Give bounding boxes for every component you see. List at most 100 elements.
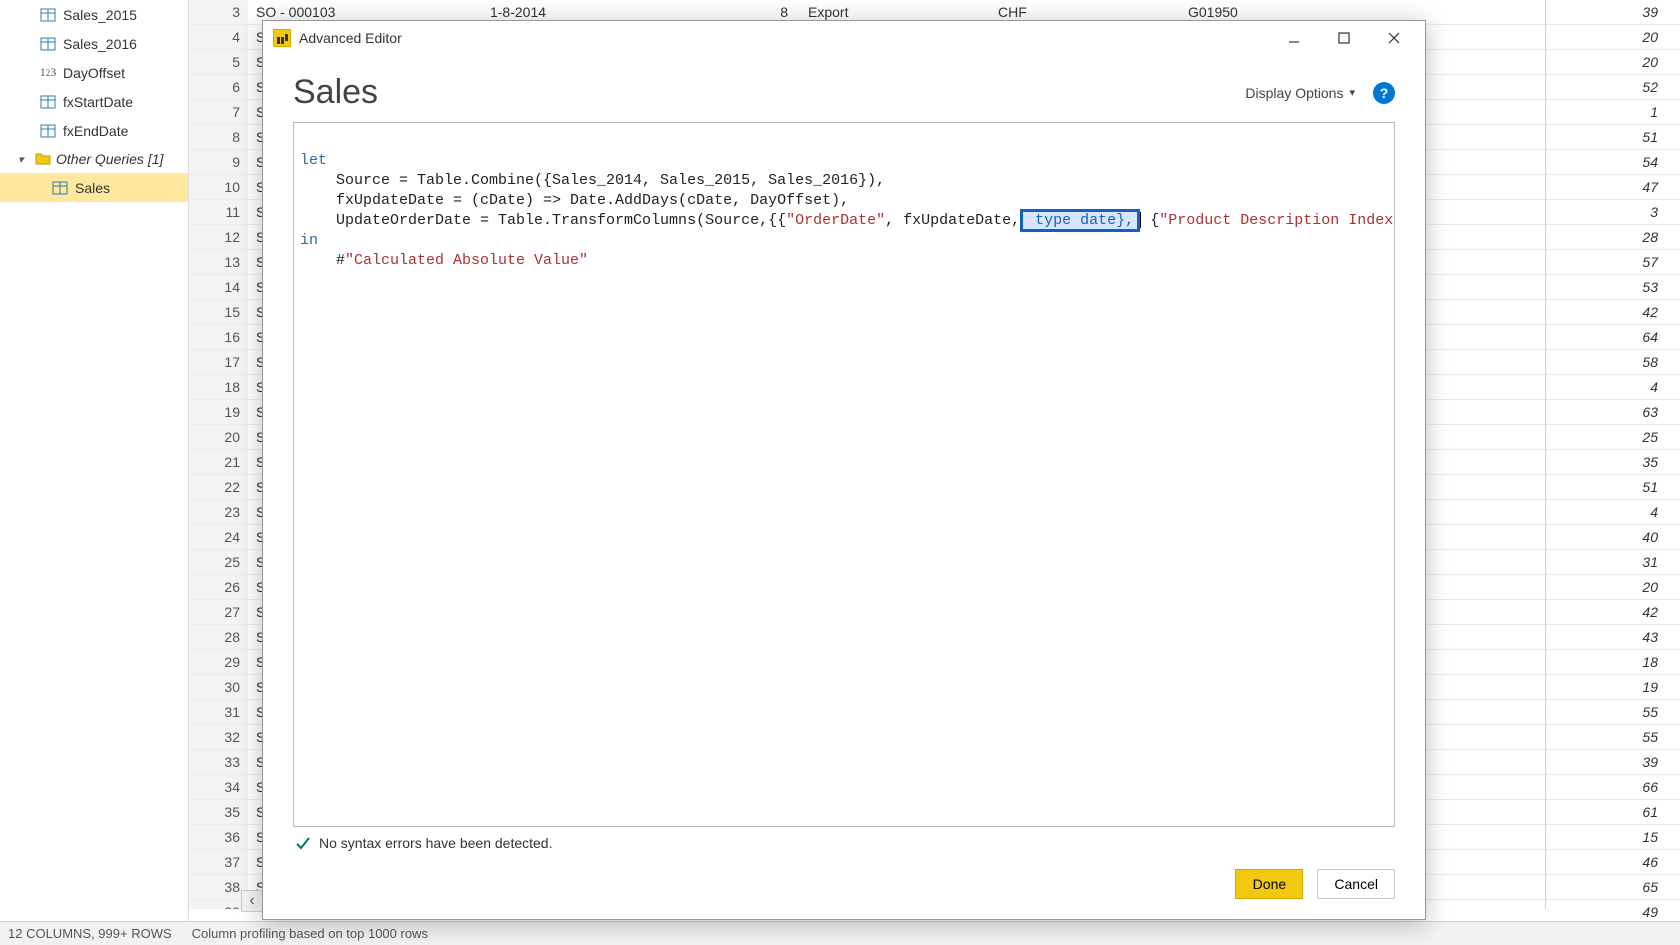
- cell-right-num: 4: [1546, 375, 1680, 400]
- cell-right-num: 66: [1546, 775, 1680, 800]
- row-number: 24: [189, 525, 248, 549]
- row-number: 38: [189, 875, 248, 899]
- cell-right-num: 54: [1546, 150, 1680, 175]
- close-button[interactable]: [1373, 23, 1415, 53]
- cell-right-num: 43: [1546, 625, 1680, 650]
- cell-right-num: 20: [1546, 50, 1680, 75]
- table-icon: [52, 180, 68, 196]
- cell-right-num: 15: [1546, 825, 1680, 850]
- number-icon: 123: [40, 65, 56, 81]
- table-icon: [40, 7, 56, 23]
- query-item-sales[interactable]: Sales: [0, 173, 188, 202]
- query-item-label: Sales: [75, 180, 110, 196]
- table-icon: [40, 123, 56, 139]
- row-number: 19: [189, 400, 248, 424]
- row-number: 20: [189, 425, 248, 449]
- done-button[interactable]: Done: [1235, 869, 1303, 899]
- cell-right-num: 64: [1546, 325, 1680, 350]
- row-number: 9: [189, 150, 248, 174]
- cell-right-num: 31: [1546, 550, 1680, 575]
- dialog-title: Advanced Editor: [299, 30, 1265, 46]
- row-number: 5: [189, 50, 248, 74]
- table-icon: [40, 36, 56, 52]
- cell-right-num: 40: [1546, 525, 1680, 550]
- display-options-dropdown[interactable]: Display Options ▾: [1245, 85, 1355, 101]
- help-icon[interactable]: ?: [1373, 82, 1395, 104]
- cell-right-num: 58: [1546, 350, 1680, 375]
- query-item-sales-2016[interactable]: Sales_2016: [0, 29, 188, 58]
- cell-right-num: 19: [1546, 675, 1680, 700]
- query-item-label: Sales_2015: [63, 7, 137, 23]
- cell-right-num: 51: [1546, 475, 1680, 500]
- folder-other-queries[interactable]: ▾ Other Queries [1]: [0, 145, 188, 173]
- row-number: 18: [189, 375, 248, 399]
- status-columns: 12 COLUMNS, 999+ ROWS: [8, 926, 172, 941]
- row-number: 27: [189, 600, 248, 624]
- row-number: 13: [189, 250, 248, 274]
- queries-sidebar: Sales_2015 Sales_2016 123 DayOffset fxSt…: [0, 0, 189, 945]
- cell-right-num: 55: [1546, 725, 1680, 750]
- cell-right-num: 42: [1546, 600, 1680, 625]
- table-icon: [40, 94, 56, 110]
- cell-right-num: 42: [1546, 300, 1680, 325]
- row-number: 15: [189, 300, 248, 324]
- powerbi-logo-icon: [273, 29, 291, 47]
- cell-right-num: 39: [1546, 0, 1680, 25]
- cell-right-num: 63: [1546, 400, 1680, 425]
- row-number: 32: [189, 725, 248, 749]
- query-item-label: Sales_2016: [63, 36, 137, 52]
- row-number: 36: [189, 825, 248, 849]
- caret-down-icon: ▾: [18, 153, 30, 166]
- checkmark-icon: [295, 835, 311, 851]
- row-number: 6: [189, 75, 248, 99]
- query-item-sales-2015[interactable]: Sales_2015: [0, 0, 188, 29]
- cell-right-num: 51: [1546, 125, 1680, 150]
- row-number: 33: [189, 750, 248, 774]
- row-number: 22: [189, 475, 248, 499]
- code-token: Source = Table.Combine({Sales_2014, Sale…: [300, 172, 885, 189]
- code-editor[interactable]: let Source = Table.Combine({Sales_2014, …: [293, 122, 1395, 827]
- code-highlight: type date},: [1020, 209, 1140, 232]
- row-number: 3: [189, 0, 248, 24]
- data-grid-last-col[interactable]: 3920205215154473285753426458463253551440…: [1545, 0, 1680, 909]
- row-number: 23: [189, 500, 248, 524]
- advanced-editor-dialog: Advanced Editor Sales Display Options ▾ …: [262, 20, 1426, 920]
- cell-right-num: 52: [1546, 75, 1680, 100]
- cell-right-num: 20: [1546, 25, 1680, 50]
- code-token: "Calculated Absolute Value": [345, 252, 588, 269]
- row-number: 8: [189, 125, 248, 149]
- status-bar: 12 COLUMNS, 999+ ROWS Column profiling b…: [0, 921, 1680, 945]
- row-number: 7: [189, 100, 248, 124]
- syntax-status: No syntax errors have been detected.: [293, 827, 1395, 851]
- cell-right-num: 18: [1546, 650, 1680, 675]
- query-item-label: fxStartDate: [63, 94, 133, 110]
- cell-right-num: 61: [1546, 800, 1680, 825]
- dialog-titlebar[interactable]: Advanced Editor: [263, 21, 1425, 55]
- cell-right-num: 65: [1546, 875, 1680, 900]
- query-item-fxenddate[interactable]: fxEndDate: [0, 116, 188, 145]
- query-item-fxstartdate[interactable]: fxStartDate: [0, 87, 188, 116]
- maximize-button[interactable]: [1323, 23, 1365, 53]
- code-token: {: [1141, 212, 1159, 229]
- row-number: 35: [189, 800, 248, 824]
- query-item-dayoffset[interactable]: 123 DayOffset: [0, 58, 188, 87]
- code-token: "OrderDate": [786, 212, 885, 229]
- cell-right-num: 57: [1546, 250, 1680, 275]
- cell-right-num: 39: [1546, 750, 1680, 775]
- row-number: 31: [189, 700, 248, 724]
- cell-right-num: 47: [1546, 175, 1680, 200]
- code-token: fxUpdateDate = (cDate) => Date.AddDays(c…: [300, 192, 849, 209]
- row-number: 29: [189, 650, 248, 674]
- minimize-button[interactable]: [1273, 23, 1315, 53]
- scroll-left-button[interactable]: ‹: [241, 890, 263, 912]
- row-number: 28: [189, 625, 248, 649]
- cancel-button[interactable]: Cancel: [1317, 869, 1395, 899]
- row-number: 34: [189, 775, 248, 799]
- row-number: 10: [189, 175, 248, 199]
- editor-query-name: Sales: [293, 73, 378, 112]
- display-options-label: Display Options: [1245, 85, 1343, 101]
- row-number: 26: [189, 575, 248, 599]
- cell-right-num: 55: [1546, 700, 1680, 725]
- row-number: 21: [189, 450, 248, 474]
- row-number: 25: [189, 550, 248, 574]
